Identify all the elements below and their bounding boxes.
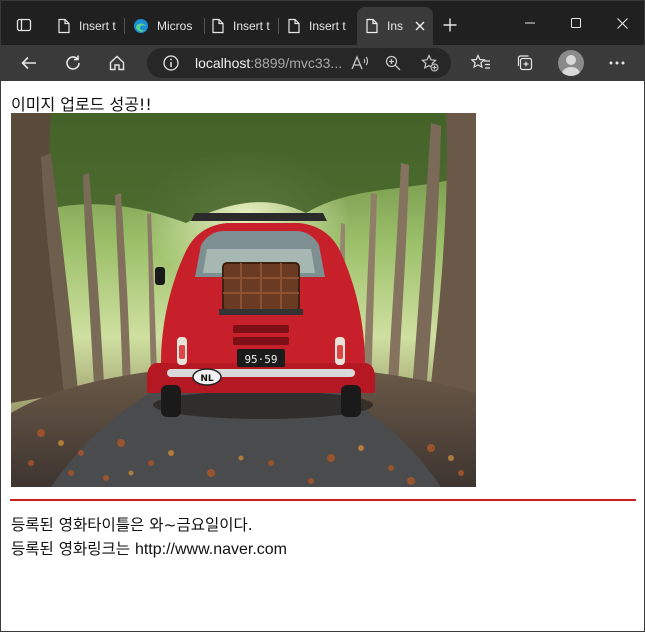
favorites-button[interactable] — [467, 49, 495, 77]
close-icon — [415, 21, 425, 31]
page-icon — [288, 18, 300, 34]
tab-1[interactable]: Insert t — [51, 10, 125, 42]
browser-window: Insert t Micros Insert t Insert t Ins lo… — [0, 0, 645, 632]
close-window-button[interactable] — [602, 9, 642, 37]
tab-label: Ins — [387, 19, 404, 33]
zoom-icon[interactable] — [385, 55, 401, 71]
profile-avatar[interactable] — [558, 50, 584, 76]
tab-actions-icon — [16, 18, 32, 32]
toolbar: localhost:8899/mvc33... — [1, 45, 644, 81]
tab-label: Insert t — [309, 19, 346, 33]
collections-button[interactable] — [511, 49, 539, 77]
close-tab-button[interactable] — [413, 19, 427, 33]
home-icon — [109, 55, 125, 71]
movie-link-label: 등록된 영화링크는 — [11, 540, 135, 558]
page-content: 이미지 업로드 성공!! 95·59 NL 등록된 영화타이틀은 와~금요일이다… — [1, 81, 644, 631]
settings-menu-button[interactable] — [603, 49, 631, 77]
tab-actions-button[interactable] — [9, 10, 39, 40]
tab-label: Insert t — [79, 19, 116, 33]
plus-icon — [443, 18, 457, 32]
svg-text:NL: NL — [200, 374, 214, 384]
page-icon — [58, 18, 70, 34]
collections-icon — [517, 55, 533, 71]
tab-label: Micros — [157, 19, 193, 33]
tab-2[interactable]: Micros — [127, 10, 205, 42]
maximize-icon — [571, 18, 581, 28]
refresh-icon — [66, 55, 80, 70]
uploaded-image: 95·59 NL — [11, 113, 476, 487]
svg-text:95·59: 95·59 — [244, 353, 277, 366]
tab-separator — [278, 18, 279, 34]
back-button[interactable] — [15, 49, 43, 77]
tab-separator — [124, 18, 125, 34]
movie-link-text: 등록된 영화링크는 http://www.naver.com — [11, 537, 287, 559]
movie-title-text: 등록된 영화타이틀은 와~금요일이다. — [11, 516, 253, 534]
url-path: :8899/mvc33... — [250, 55, 343, 71]
tab-3[interactable]: Insert t — [205, 10, 279, 42]
movie-link-url: http://www.naver.com — [134, 541, 287, 558]
page-icon — [366, 18, 378, 34]
edge-icon — [134, 19, 148, 33]
read-aloud-icon[interactable] — [351, 55, 369, 71]
favorites-icon — [471, 54, 490, 69]
page-icon — [212, 18, 224, 34]
add-favorite-icon[interactable] — [421, 54, 439, 72]
minimize-button[interactable] — [510, 9, 550, 37]
tab-strip: Insert t Micros Insert t Insert t Ins — [1, 1, 644, 45]
maximize-button[interactable] — [556, 9, 596, 37]
tab-label: Insert t — [233, 19, 270, 33]
tab-4[interactable]: Insert t — [281, 10, 355, 42]
info-icon[interactable] — [163, 55, 179, 71]
new-tab-button[interactable] — [438, 13, 462, 37]
url-host: localhost — [195, 55, 251, 71]
close-icon — [616, 17, 628, 29]
upload-success-heading: 이미지 업로드 성공!! — [11, 95, 152, 114]
back-arrow-icon — [21, 56, 36, 70]
more-icon — [609, 61, 625, 65]
url-text[interactable]: localhost:8899/mvc33... — [195, 55, 342, 71]
address-bar[interactable]: localhost:8899/mvc33... — [147, 48, 451, 78]
profile-icon — [562, 55, 580, 76]
minimize-icon — [525, 22, 535, 24]
tab-5-active[interactable]: Ins — [357, 7, 433, 45]
divider-line — [10, 499, 636, 501]
car-photo: 95·59 NL — [11, 113, 476, 487]
refresh-button[interactable] — [59, 49, 87, 77]
home-button[interactable] — [103, 49, 131, 77]
